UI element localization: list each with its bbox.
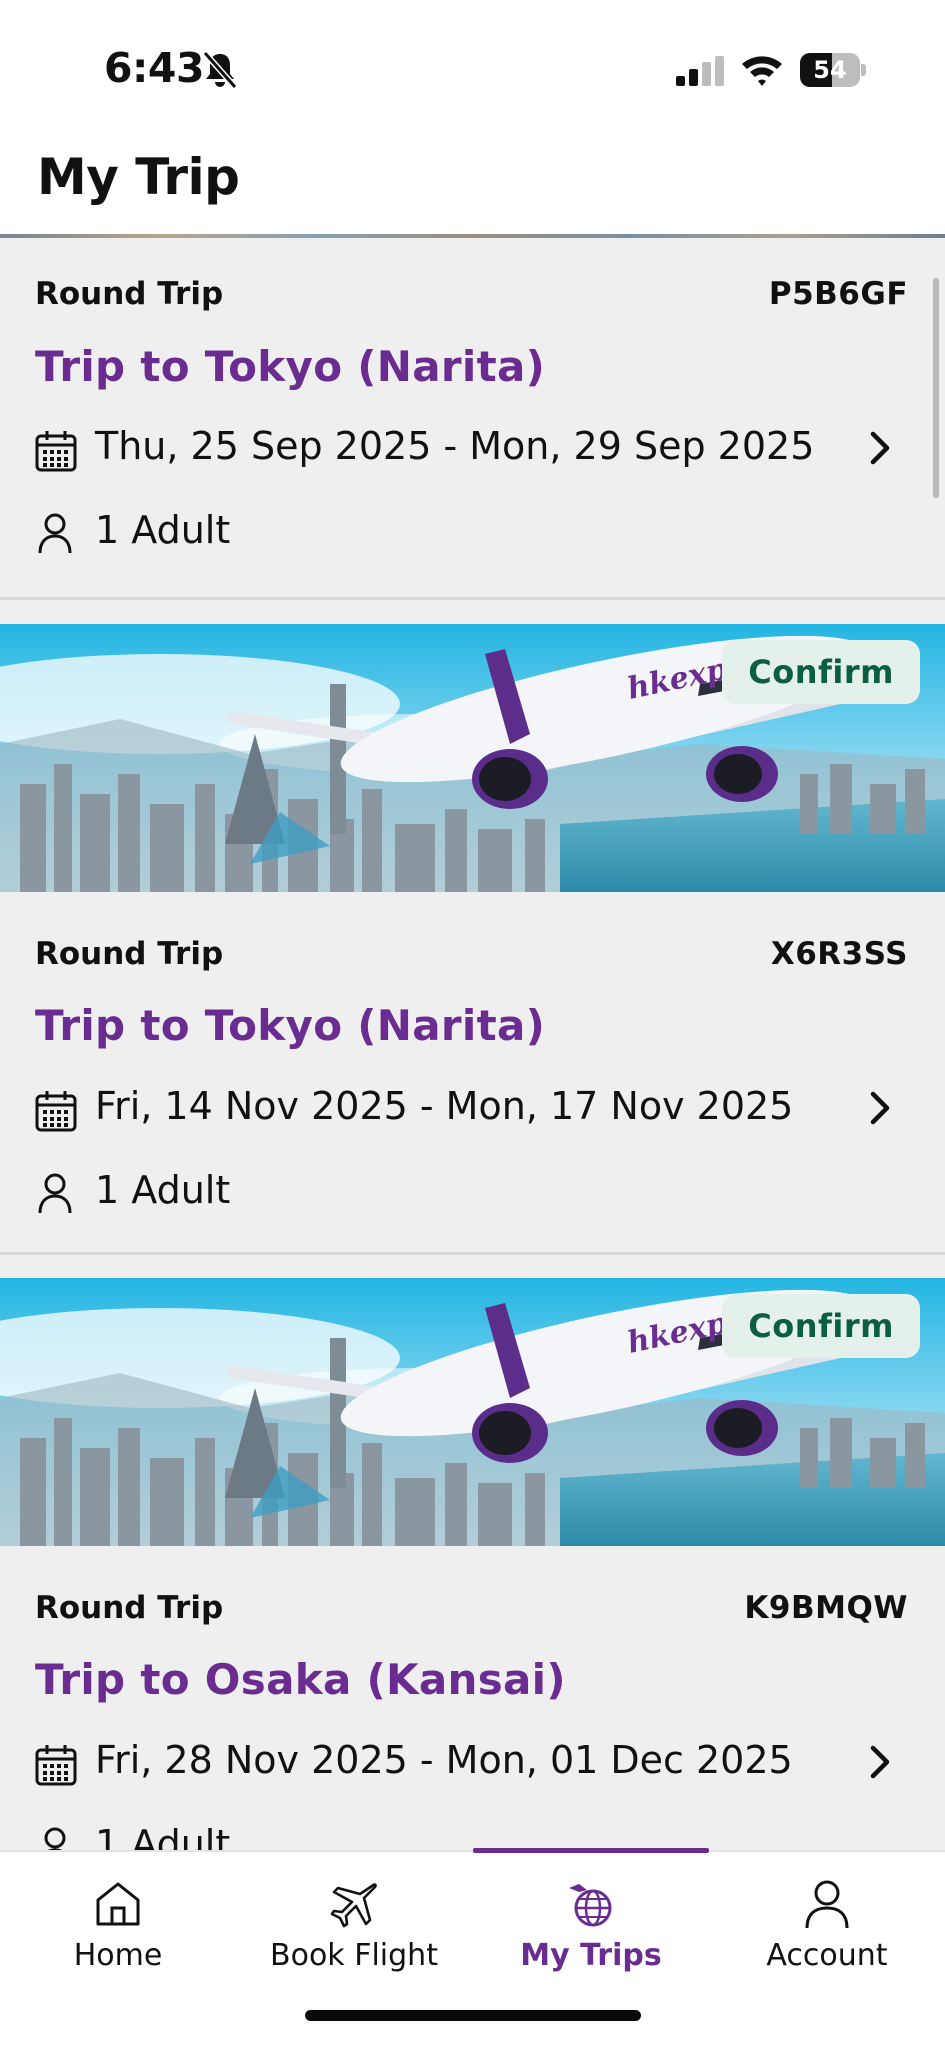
bell-slash-icon (202, 51, 238, 89)
chevron-right-icon[interactable] (865, 1088, 895, 1128)
chevron-right-icon[interactable] (865, 428, 895, 468)
trip-type: Round Trip (35, 1590, 224, 1626)
battery-icon: 54 (800, 53, 866, 87)
chevron-right-icon[interactable] (865, 1742, 895, 1782)
booking-reference: X6R3SS (770, 936, 908, 972)
trip-title: Trip to Osaka (Kansai) (35, 1655, 566, 1704)
globe-plane-icon (569, 1884, 612, 1927)
trip-type: Round Trip (35, 276, 224, 312)
trip-list[interactable]: Round Trip P5B6GF Trip to Tokyo (Narita)… (0, 238, 945, 1850)
trip-banner-image: hkexpress Confirm (0, 1278, 945, 1546)
signal-icon (676, 56, 724, 86)
trip-dates-row: Thu, 25 Sep 2025 - Mon, 29 Sep 2025 (35, 424, 895, 472)
trip-title: Trip to Tokyo (Narita) (35, 1001, 546, 1050)
person-icon (44, 1827, 66, 1850)
nav-item-book-flight[interactable]: Book Flight (236, 1852, 472, 1982)
calendar-icon (35, 1091, 77, 1132)
home-indicator[interactable] (305, 2010, 641, 2021)
status-badge: Confirm (722, 1294, 920, 1358)
trip-card[interactable]: Round Trip P5B6GF Trip to Tokyo (Narita)… (0, 238, 945, 598)
nav-label: Book Flight (270, 1938, 438, 1973)
person-icon (805, 1880, 849, 1929)
booking-reference: K9BMQW (744, 1590, 908, 1626)
passenger-count: 1 Adult (95, 1822, 231, 1850)
battery-level: 54 (813, 56, 847, 84)
trip-dates: Fri, 14 Nov 2025 - Mon, 17 Nov 2025 (95, 1084, 794, 1128)
nav-label: Home (73, 1938, 163, 1973)
nav-item-account[interactable]: Account (709, 1852, 945, 1982)
trip-banner-image: hkexpress Confirm (0, 624, 945, 892)
wifi-icon (742, 56, 782, 86)
nav-item-home[interactable]: Home (0, 1852, 236, 1982)
trip-type: Round Trip (35, 936, 224, 972)
status-time: 6:43 (104, 44, 204, 92)
home-icon (96, 1882, 140, 1926)
trip-dates: Thu, 25 Sep 2025 - Mon, 29 Sep 2025 (95, 424, 815, 468)
person-icon (38, 513, 72, 554)
status-badge: Confirm (722, 640, 920, 704)
trip-dates: Fri, 28 Nov 2025 - Mon, 01 Dec 2025 (95, 1738, 793, 1782)
trip-card[interactable]: hkexpress Confirm Round Trip K9BMQW Trip… (0, 1278, 945, 1850)
trip-dates-row: Fri, 14 Nov 2025 - Mon, 17 Nov 2025 (35, 1084, 895, 1132)
trip-dates-row: Fri, 28 Nov 2025 - Mon, 01 Dec 2025 (35, 1738, 895, 1786)
trip-title: Trip to Tokyo (Narita) (35, 342, 546, 391)
nav-label: Account (766, 1938, 888, 1973)
nav-label: My Trips (520, 1938, 662, 1973)
passenger-count: 1 Adult (95, 1168, 231, 1212)
calendar-icon (35, 1745, 77, 1786)
nav-item-my-trips[interactable]: My Trips (473, 1852, 709, 1982)
status-bar: 6:43 54 (0, 0, 945, 140)
calendar-icon (35, 431, 77, 472)
passenger-count: 1 Adult (95, 508, 231, 552)
trip-card[interactable]: hkexpress Confirm Round Trip X6R3SS Trip… (0, 624, 945, 1254)
scrollbar[interactable] (933, 278, 939, 498)
booking-reference: P5B6GF (768, 276, 908, 312)
plane-icon (330, 1883, 377, 1928)
person-icon (38, 1173, 72, 1214)
page-title: My Trip (37, 148, 240, 206)
